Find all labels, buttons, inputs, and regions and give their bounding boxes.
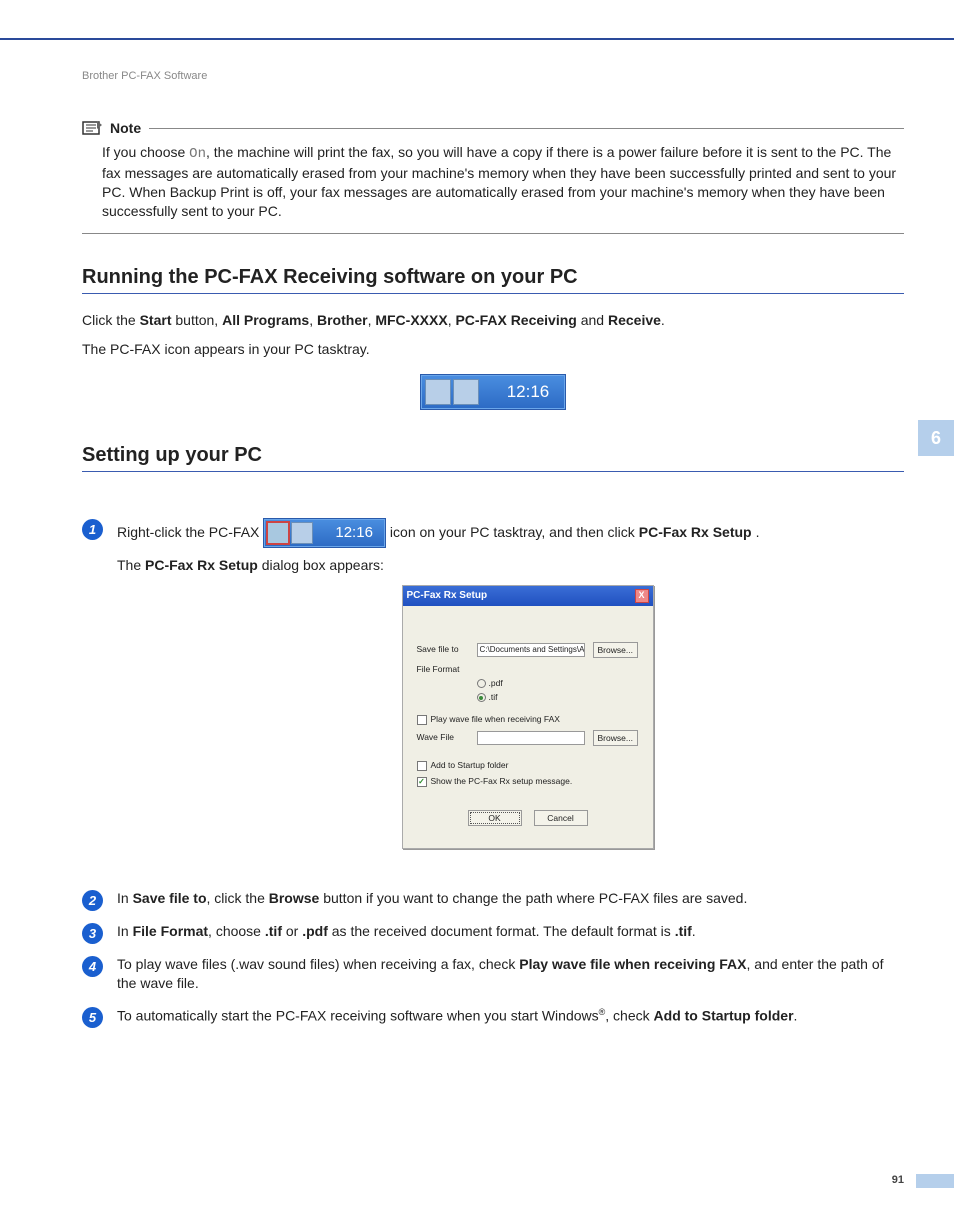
txt: , choose <box>208 923 265 939</box>
step-1: 1 Right-click the PC-FAX 12:16 icon on y… <box>82 518 904 877</box>
save-file-to-bold: Save file to <box>133 890 207 906</box>
show-msg-label: Show the PC-Fax Rx setup message. <box>431 776 573 788</box>
pcfax-rx-setup-label: PC-Fax Rx Setup <box>639 523 752 543</box>
page-footer: 91 <box>892 1174 904 1186</box>
step-5: 5 To automatically start the PC-FAX rece… <box>82 1006 904 1027</box>
step1-l2a: The <box>117 557 145 573</box>
cancel-button[interactable]: Cancel <box>534 810 588 826</box>
tasktray-inline: 12:16 <box>263 518 386 548</box>
tif-bold: .tif <box>265 923 282 939</box>
tray-extra-icon <box>453 379 479 405</box>
note-text-p2: , the machine will print the fax, so you… <box>102 144 896 219</box>
browse-bold: Browse <box>269 890 320 906</box>
radio-pdf-label: .pdf <box>489 678 503 690</box>
add-startup-bold: Add to Startup folder <box>654 1007 794 1023</box>
note-title: Note <box>110 120 141 136</box>
wave-file-label: Wave File <box>417 732 469 744</box>
txt: button, <box>171 312 222 328</box>
breadcrumb: Brother PC-FAX Software <box>82 70 904 82</box>
close-icon[interactable]: X <box>635 589 649 603</box>
tasktray-time-inline: 12:16 <box>335 522 373 543</box>
save-file-to-input[interactable]: C:\Documents and Settings\All Use <box>477 643 585 657</box>
add-startup-label: Add to Startup folder <box>431 760 509 772</box>
chapter-tab: 6 <box>918 420 954 456</box>
ok-button[interactable]: OK <box>468 810 522 826</box>
step-num-5: 5 <box>82 1007 103 1028</box>
checkbox-play-wave[interactable] <box>417 715 427 725</box>
save-file-to-label: Save file to <box>417 644 469 656</box>
note-text-p1: If you choose <box>102 144 189 160</box>
radio-tif-label: .tif <box>489 692 498 704</box>
play-wave-label: Play wave file when receiving FAX <box>431 714 560 726</box>
pcfax-receiving-label: PC-FAX Receiving <box>455 312 576 328</box>
start-label: Start <box>140 312 172 328</box>
wave-file-input[interactable] <box>477 731 585 745</box>
txt: Click the <box>82 312 140 328</box>
section2-heading: Setting up your PC <box>82 444 904 472</box>
txt: . <box>794 1007 798 1023</box>
step-num-1: 1 <box>82 519 103 540</box>
note-text-mono: On <box>189 146 206 162</box>
txt: . <box>692 923 696 939</box>
txt: To automatically start the PC-FAX receiv… <box>117 1007 599 1023</box>
txt: , click the <box>207 890 269 906</box>
step1-l2b: PC-Fax Rx Setup <box>145 557 258 573</box>
file-format-bold: File Format <box>133 923 208 939</box>
step-3: 3 In File Format, choose .tif or .pdf as… <box>82 922 904 943</box>
txt: , check <box>605 1007 653 1023</box>
note-text: If you choose On, the machine will print… <box>82 143 904 225</box>
pcfax-tray-icon <box>425 379 451 405</box>
play-wave-bold: Play wave file when receiving FAX <box>519 956 746 972</box>
tray-extra-icon <box>291 522 313 544</box>
step-2: 2 In Save file to, click the Browse butt… <box>82 889 904 910</box>
brother-label: Brother <box>317 312 368 328</box>
step1-mid: icon on your PC tasktray, and then click <box>390 523 635 543</box>
note-icon <box>82 119 104 137</box>
pcfax-tray-icon-highlight <box>267 522 289 544</box>
txt: and <box>577 312 608 328</box>
step-num-4: 4 <box>82 956 103 977</box>
section1-para1: Click the Start button, All Programs, Br… <box>82 310 904 331</box>
browse-button-2[interactable]: Browse... <box>593 730 638 746</box>
txt: as the received document format. The def… <box>328 923 675 939</box>
tasktray-figure: 12:16 <box>82 374 904 410</box>
txt: To play wave files (.wav sound files) wh… <box>117 956 519 972</box>
txt: , <box>309 312 317 328</box>
step-4: 4 To play wave files (.wav sound files) … <box>82 955 904 994</box>
receive-label: Receive <box>608 312 661 328</box>
txt: In <box>117 890 133 906</box>
allprograms-label: All Programs <box>222 312 309 328</box>
tif-bold-2: .tif <box>675 923 692 939</box>
txt: button if you want to change the path wh… <box>319 890 747 906</box>
radio-pdf[interactable] <box>477 679 486 688</box>
pdf-bold: .pdf <box>302 923 328 939</box>
step-num-3: 3 <box>82 923 103 944</box>
txt: . <box>661 312 665 328</box>
checkbox-show-msg[interactable] <box>417 777 427 787</box>
dialog-titlebar: PC-Fax Rx Setup X <box>403 586 653 606</box>
section1-para2: The PC-FAX icon appears in your PC taskt… <box>82 339 904 360</box>
tasktray: 12:16 <box>420 374 567 410</box>
step1-tail: . <box>756 523 760 543</box>
step-num-2: 2 <box>82 890 103 911</box>
step1-pre: Right-click the PC-FAX <box>117 523 259 543</box>
note-box: Note If you choose On, the machine will … <box>82 128 904 234</box>
mfc-label: MFC-XXXX <box>375 312 447 328</box>
radio-tif[interactable] <box>477 693 486 702</box>
top-rule <box>0 0 954 40</box>
section1-heading: Running the PC-FAX Receiving software on… <box>82 266 904 294</box>
txt: In <box>117 923 133 939</box>
browse-button-1[interactable]: Browse... <box>593 642 638 658</box>
step1-l2c: dialog box appears: <box>258 557 384 573</box>
footer-accent <box>916 1174 954 1188</box>
page-content: Brother PC-FAX Software Note If you choo… <box>0 40 954 1059</box>
pcfax-rx-setup-dialog: PC-Fax Rx Setup X Save file to C:\Docume… <box>402 585 654 848</box>
dialog-title-text: PC-Fax Rx Setup <box>407 589 488 603</box>
tasktray-time: 12:16 <box>507 382 550 402</box>
checkbox-add-startup[interactable] <box>417 761 427 771</box>
file-format-label: File Format <box>417 664 469 676</box>
txt: or <box>282 923 302 939</box>
page-number: 91 <box>892 1174 904 1186</box>
